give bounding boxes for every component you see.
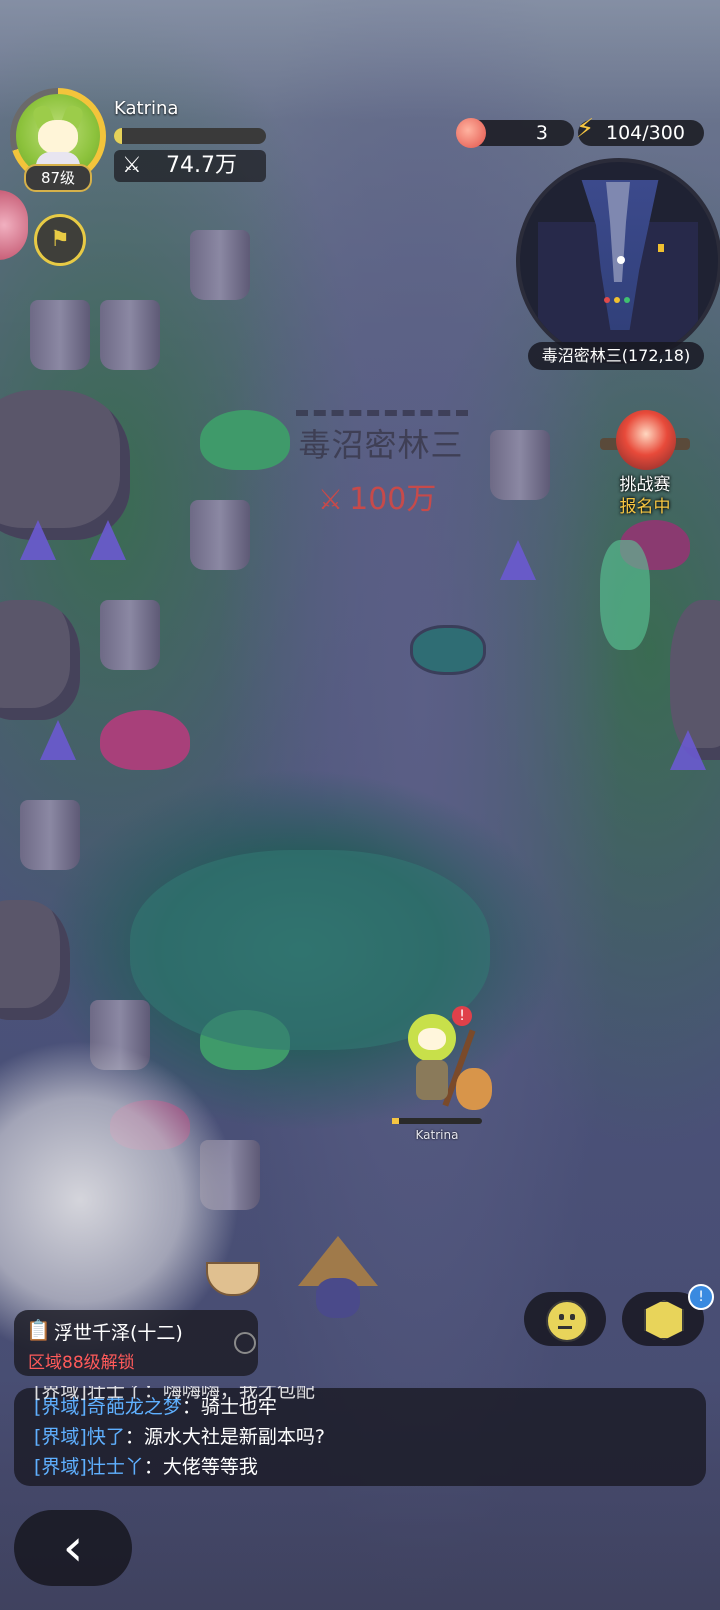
rock-cliff bbox=[0, 390, 130, 540]
energy-value: 104/300 bbox=[606, 122, 685, 144]
zone-required-power: ⚔ 100万 bbox=[318, 474, 468, 518]
purple-crystal bbox=[90, 520, 126, 560]
pet-companion[interactable] bbox=[456, 1068, 492, 1110]
zone-banner-divider bbox=[296, 410, 468, 416]
player-body bbox=[416, 1060, 448, 1100]
npc-body bbox=[316, 1278, 360, 1318]
fog-overlay bbox=[0, 0, 720, 120]
player-face bbox=[418, 1028, 446, 1050]
notification-badge: ! bbox=[688, 1284, 714, 1310]
player-name-tag: Katrina bbox=[415, 1128, 459, 1142]
peach-icon bbox=[456, 118, 486, 148]
minimap-marker bbox=[658, 244, 664, 252]
exp-bar bbox=[114, 128, 266, 144]
purple-crystal bbox=[20, 520, 56, 560]
chat-text: ：大佬等等我 bbox=[143, 1456, 258, 1478]
player-health-fill bbox=[392, 1118, 400, 1124]
green-mushroom bbox=[200, 410, 290, 470]
chat-message: [界域]壮士丫：大佬等等我 bbox=[34, 1452, 258, 1479]
tree-stump bbox=[100, 300, 160, 370]
combat-power-value: 74.7万 bbox=[166, 153, 237, 178]
inventory-button[interactable]: ! bbox=[622, 1284, 714, 1346]
clipboard-icon: 📋 bbox=[26, 1318, 51, 1342]
minimap-marker bbox=[614, 297, 620, 303]
chat-message: [界域]快了：源水大社是新副本吗? bbox=[34, 1422, 325, 1449]
next-zone-name: 浮世千泽(十二) bbox=[54, 1322, 183, 1344]
purple-crystal bbox=[40, 720, 76, 760]
alert-icon[interactable]: ! bbox=[452, 1006, 472, 1026]
emoji-face-icon bbox=[546, 1300, 588, 1342]
chat-speaker: 快了 bbox=[86, 1426, 125, 1448]
toxic-plume bbox=[600, 540, 650, 650]
swamp-pond bbox=[410, 625, 486, 675]
tree-stump bbox=[490, 430, 550, 500]
rock-cliff bbox=[0, 900, 70, 1020]
tree-stump bbox=[20, 800, 80, 870]
zone-required-power-value: 100万 bbox=[349, 482, 437, 517]
tree-stump bbox=[30, 300, 90, 370]
level-badge: 87级 bbox=[24, 164, 92, 192]
event-character-icon bbox=[616, 410, 676, 470]
tree-stump bbox=[190, 230, 250, 300]
quest-flag-button[interactable]: ⚑ bbox=[34, 214, 86, 266]
next-zone-unlock: 区域88级解锁 bbox=[28, 1353, 135, 1373]
pink-mushroom bbox=[100, 710, 190, 770]
peach-resource[interactable]: 3 bbox=[456, 118, 574, 148]
chevron-left-icon: ‹ bbox=[62, 1518, 84, 1578]
minimap-marker bbox=[624, 297, 630, 303]
chat-text: ：源水大社是新副本吗? bbox=[124, 1426, 325, 1448]
event-status: 报名中 bbox=[619, 497, 671, 517]
peach-count: 3 bbox=[535, 122, 548, 144]
purple-crystal bbox=[500, 540, 536, 580]
chat-speaker: 壮士丫 bbox=[86, 1456, 144, 1478]
purple-crystal bbox=[670, 730, 706, 770]
cube-icon bbox=[644, 1300, 684, 1340]
crossed-swords-icon: ⚔ bbox=[122, 153, 142, 178]
target-icon[interactable] bbox=[234, 1332, 256, 1354]
tree-stump bbox=[100, 600, 160, 670]
zone-banner-title: 毒沼密林三 bbox=[298, 426, 464, 464]
emoji-button[interactable] bbox=[524, 1292, 606, 1346]
avatar-face bbox=[38, 120, 78, 154]
emoji-mouth bbox=[558, 1326, 572, 1329]
player-character[interactable]: ! bbox=[404, 1006, 504, 1124]
minimap-marker bbox=[604, 297, 610, 303]
rock-cliff bbox=[0, 600, 80, 720]
mushroom-npc[interactable] bbox=[290, 1220, 380, 1320]
chat-channel: [界域] bbox=[34, 1456, 87, 1478]
next-zone-panel[interactable]: 📋 浮世千泽(十二) 区域88级解锁 bbox=[14, 1310, 258, 1376]
player-name: Katrina bbox=[114, 98, 179, 119]
combat-power: ⚔ 74.7万 bbox=[114, 150, 266, 182]
lightning-icon: ⚡ bbox=[576, 114, 595, 144]
flag-icon: ⚑ bbox=[50, 227, 70, 252]
chat-channel: [界域] bbox=[34, 1426, 87, 1448]
energy-resource[interactable]: ⚡ 104/300 bbox=[576, 116, 704, 146]
minimap-player-marker bbox=[617, 256, 625, 264]
tree-stump bbox=[190, 500, 250, 570]
player-health-bar bbox=[392, 1118, 482, 1124]
challenge-event-button[interactable]: 挑战赛 报名中 bbox=[600, 410, 690, 517]
crossed-swords-icon: ⚔ bbox=[318, 483, 344, 516]
back-button[interactable]: ‹ bbox=[14, 1510, 132, 1586]
minimap-location-label: 毒沼密林三(172,18) bbox=[528, 342, 704, 370]
minimap[interactable] bbox=[516, 158, 720, 364]
